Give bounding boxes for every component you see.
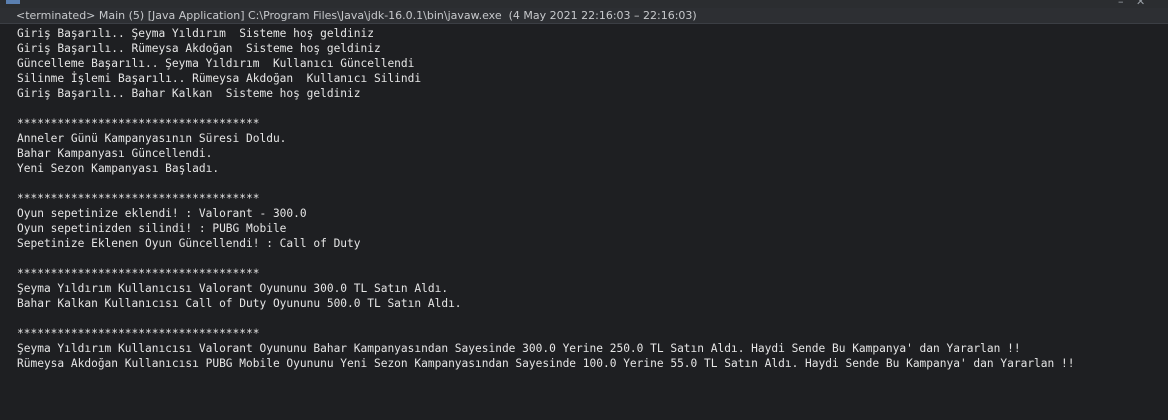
view-tab-icon[interactable]	[6, 0, 20, 4]
console-output[interactable]: Giriş Başarılı.. Şeyma Yıldırım Sisteme …	[17, 26, 1157, 371]
console-line: ************************************	[17, 117, 260, 130]
console-line: Rümeysa Akdoğan Kullanıcısı PUBG Mobile …	[17, 357, 1075, 370]
console-line: Silinme İşlemi Başarılı.. Rümeysa Akdoğa…	[17, 72, 422, 85]
console-line: ************************************	[17, 327, 260, 340]
console-line: Yeni Sezon Kampanyası Başladı.	[17, 162, 220, 175]
process-label: <terminated> Main (5) [Java Application]…	[16, 9, 697, 22]
view-toolbar: – ✕	[0, 0, 1168, 8]
console-line: Giriş Başarılı.. Şeyma Yıldırım Sisteme …	[17, 27, 374, 40]
console-line: Oyun sepetinizden silindi! : PUBG Mobile	[17, 222, 287, 235]
console-line: Bahar Kampanyası Güncellendi.	[17, 147, 213, 160]
console-line: Anneler Günü Kampanyasının Süresi Doldu.	[17, 132, 287, 145]
close-icon[interactable]: ✕	[1136, 0, 1145, 7]
console-line: Sepetinize Eklenen Oyun Güncellendi! : C…	[17, 237, 361, 250]
console-line: Giriş Başarılı.. Rümeysa Akdoğan Sisteme…	[17, 42, 381, 55]
console-line: Giriş Başarılı.. Bahar Kalkan Sisteme ho…	[17, 87, 361, 100]
console-line: Bahar Kalkan Kullanıcısı Call of Duty Oy…	[17, 297, 462, 310]
minimize-icon[interactable]: –	[1118, 0, 1124, 7]
console-line: ************************************	[17, 192, 260, 205]
console-line: Şeyma Yıldırım Kullanıcısı Valorant Oyun…	[17, 282, 449, 295]
console-line: Güncelleme Başarılı.. Şeyma Yıldırım Kul…	[17, 57, 415, 70]
console-line: ************************************	[17, 267, 260, 280]
console-view: – ✕ <terminated> Main (5) [Java Applicat…	[0, 0, 1168, 420]
console-line: Şeyma Yıldırım Kullanıcısı Valorant Oyun…	[17, 342, 1021, 355]
console-header: <terminated> Main (5) [Java Application]…	[0, 8, 1168, 24]
console-line: Oyun sepetinize eklendi! : Valorant - 30…	[17, 207, 307, 220]
